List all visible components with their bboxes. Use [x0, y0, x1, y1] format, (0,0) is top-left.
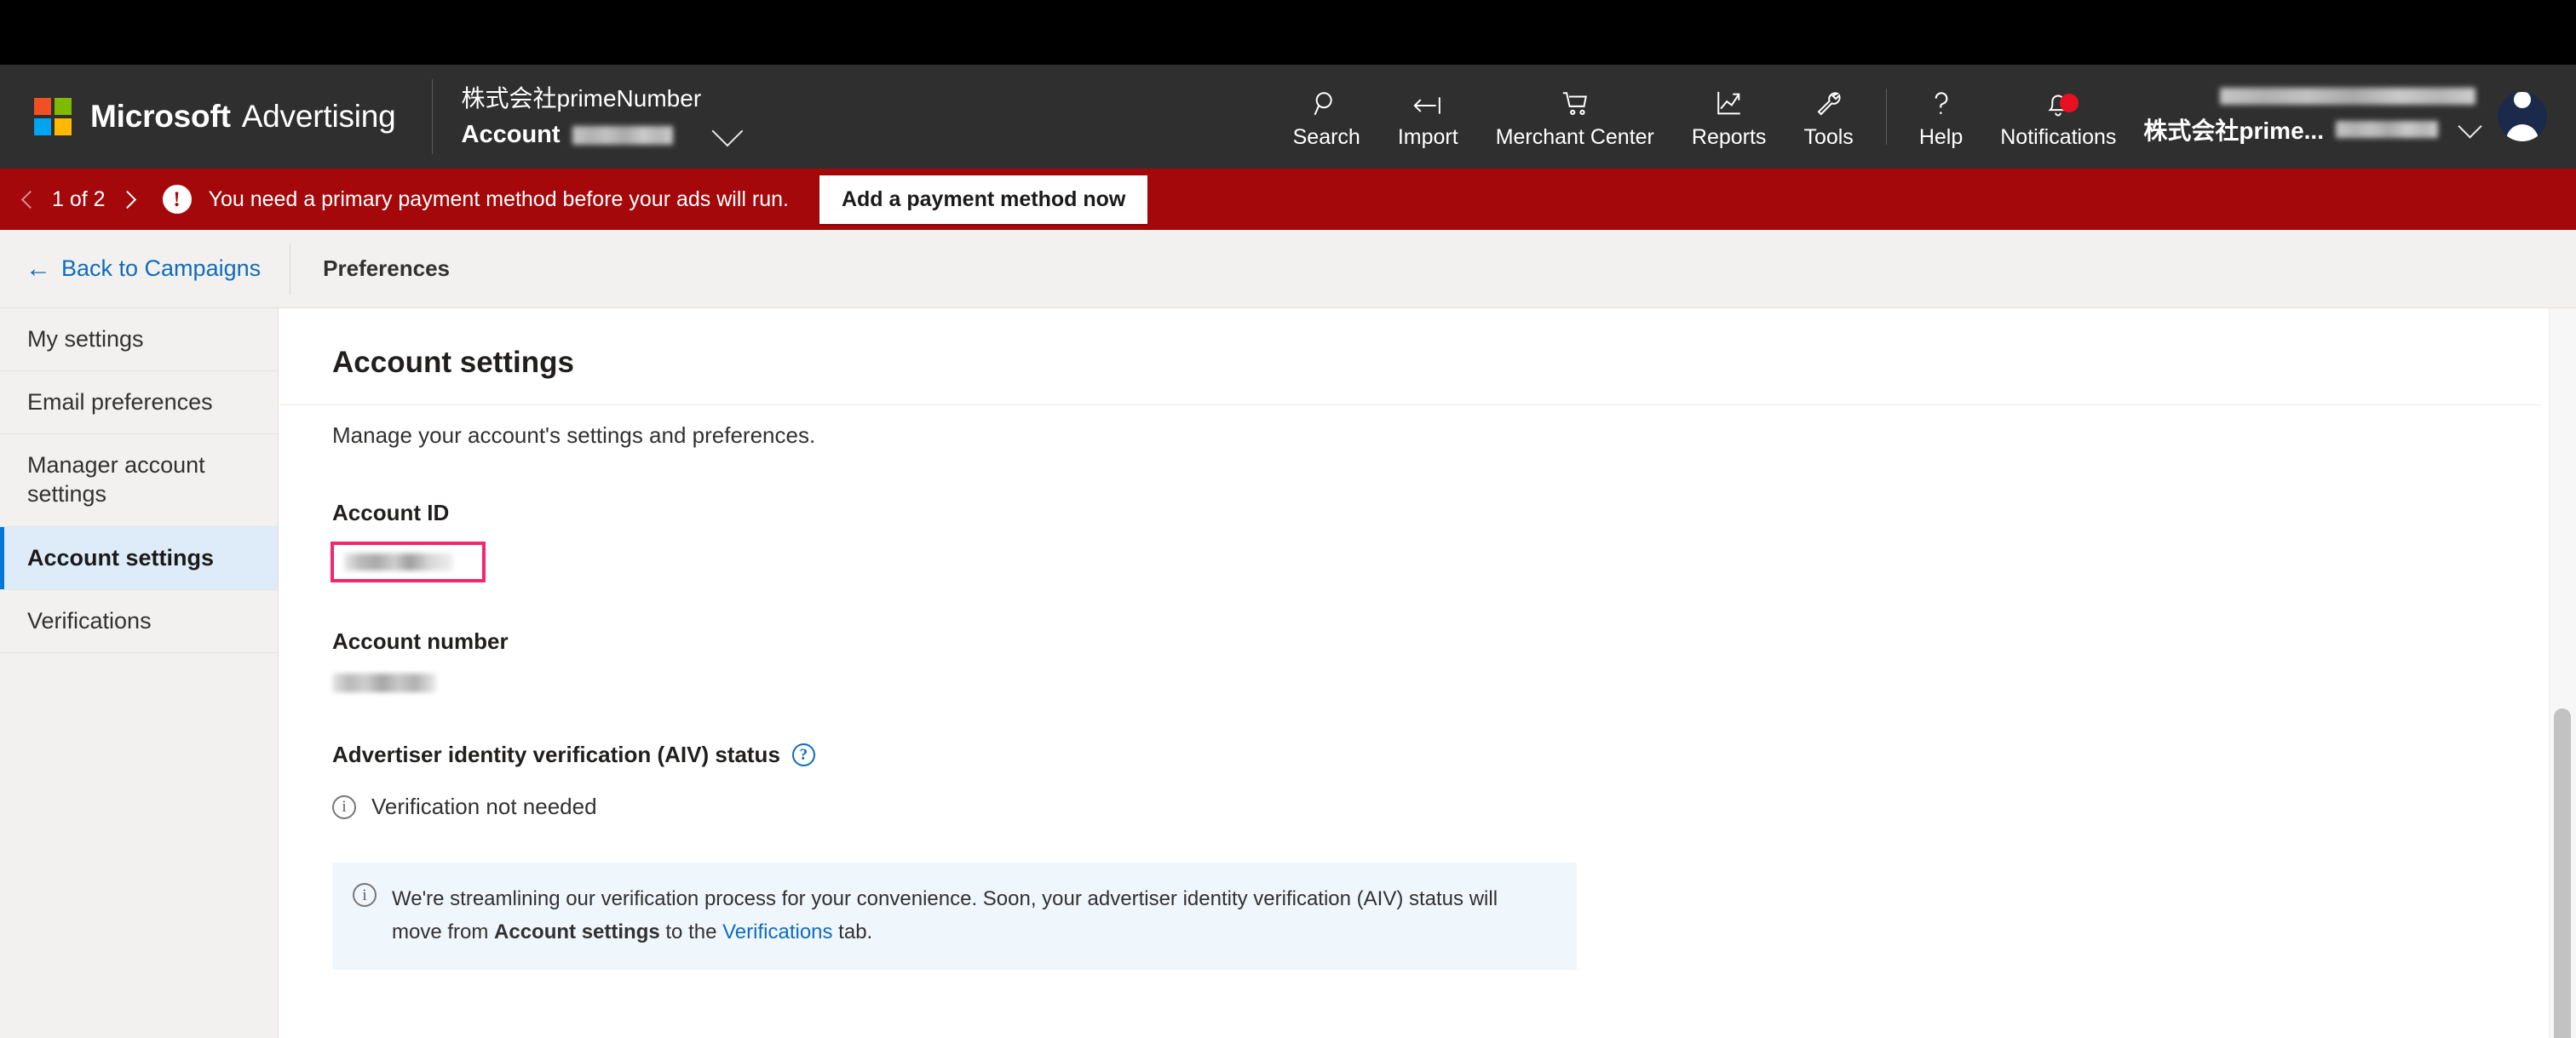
back-to-campaigns-label: Back to Campaigns	[61, 255, 262, 281]
user-name: 株式会社prime...	[2143, 117, 2324, 144]
sidebar-item-manager-account-settings[interactable]: Manager account settings	[0, 434, 278, 527]
sidebar-item-label: Verifications	[27, 607, 152, 634]
nav-reports[interactable]: Reports	[1673, 65, 1785, 169]
info-circle-icon: i	[353, 883, 377, 907]
import-arrow-icon	[1412, 84, 1443, 118]
company-name: 株式会社primeNumber	[461, 84, 702, 112]
arrow-left-icon: ←	[26, 254, 51, 283]
nav-reports-label: Reports	[1691, 124, 1767, 149]
nav-import-label: Import	[1397, 124, 1458, 149]
account-selector[interactable]: 株式会社primeNumber Account	[461, 84, 743, 150]
alert-pager-text: 1 of 2	[52, 186, 106, 211]
nav-merchant-center-label: Merchant Center	[1495, 124, 1654, 149]
window-top-bar	[0, 0, 2576, 65]
brand-product: Advertising	[241, 99, 396, 134]
back-to-campaigns-link[interactable]: ← Back to Campaigns	[26, 255, 261, 282]
global-nav: Search Import Merchant Center Reports To…	[1274, 65, 2576, 169]
user-texts: 株式会社prime...	[2143, 87, 2482, 146]
alert-message: You need a primary payment method before…	[208, 186, 789, 211]
banner-bold-account-settings: Account settings	[494, 920, 660, 943]
nav-notifications-label: Notifications	[2000, 124, 2117, 149]
notification-badge	[2060, 94, 2079, 112]
sidebar-item-label: Account settings	[27, 544, 215, 571]
logo-square-yellow	[55, 118, 72, 135]
person-avatar-icon	[2498, 92, 2547, 141]
aiv-info-banner: i We're streamlining our verification pr…	[332, 863, 1577, 970]
aiv-status-label: Advertiser identity verification (AIV) s…	[332, 742, 780, 767]
brand-microsoft: Microsoft	[90, 99, 231, 134]
chevron-left-icon[interactable]	[20, 190, 40, 209]
title-divider	[279, 404, 2541, 405]
chevron-down-icon[interactable]	[2458, 113, 2482, 139]
global-header: Microsoft Advertising 株式会社primeNumber Acc…	[0, 65, 2576, 169]
aiv-status-label-row: Advertiser identity verification (AIV) s…	[332, 742, 2541, 768]
microsoft-logo-icon	[34, 98, 72, 135]
page-title: Preferences	[323, 255, 451, 281]
user-account-menu[interactable]: 株式会社prime...	[2135, 87, 2576, 146]
scrollbar-thumb[interactable]	[2554, 708, 2571, 1038]
shopping-cart-icon	[1561, 84, 1590, 118]
account-value-redacted	[572, 125, 673, 145]
sub-header: ← Back to Campaigns Preferences	[0, 230, 2576, 308]
user-name-row: 株式会社prime...	[2143, 112, 2482, 146]
exclamation-circle-icon: !	[162, 185, 192, 214]
chevron-right-icon[interactable]	[118, 190, 136, 209]
nav-tools[interactable]: Tools	[1785, 65, 1872, 169]
alert-pager: 1 of 2	[20, 186, 136, 212]
nav-notifications[interactable]: Notifications	[1981, 65, 2135, 169]
nav-merchant-center[interactable]: Merchant Center	[1477, 65, 1673, 169]
question-mark-icon	[1928, 84, 1955, 118]
payment-alert-bar: 1 of 2 ! You need a primary payment meth…	[0, 169, 2576, 230]
banner-text: We're streamlining our verification proc…	[392, 883, 1533, 949]
nav-help-label: Help	[1918, 124, 1964, 149]
sidebar-item-account-settings[interactable]: Account settings	[0, 527, 278, 590]
logo-square-blue	[34, 118, 51, 135]
intro-description: Manage your account's settings and prefe…	[332, 422, 816, 448]
logo-square-green	[55, 98, 72, 115]
verifications-link[interactable]: Verifications	[722, 920, 832, 943]
search-icon	[1312, 84, 1341, 118]
aiv-status-row: i Verification not needed	[332, 794, 2541, 820]
add-payment-method-button[interactable]: Add a payment method now	[819, 175, 1148, 224]
sidebar-item-verifications[interactable]: Verifications	[0, 590, 278, 653]
info-circle-icon: i	[332, 794, 356, 819]
user-id-redacted	[2336, 120, 2438, 138]
aiv-status-text: Verification not needed	[371, 794, 597, 819]
sidebar-item-label: Manager account settings	[27, 452, 205, 507]
settings-sidebar: My settings Email preferences Manager ac…	[0, 308, 279, 1038]
banner-text-part2: to the	[659, 920, 723, 943]
chevron-down-icon[interactable]	[711, 115, 743, 147]
nav-tools-label: Tools	[1803, 124, 1854, 149]
microsoft-advertising-logo[interactable]: Microsoft Advertising	[34, 98, 396, 135]
user-email-redacted	[2220, 87, 2475, 105]
sidebar-item-my-settings[interactable]: My settings	[0, 308, 278, 371]
settings-content: Account settings Manage your account's s…	[279, 308, 2541, 1038]
banner-text-part3: tab.	[832, 920, 873, 943]
avatar[interactable]	[2498, 92, 2547, 141]
account-label: Account	[461, 121, 561, 149]
account-id-label: Account ID	[332, 500, 450, 525]
sidebar-item-label: My settings	[27, 325, 144, 352]
sidebar-item-label: Email preferences	[27, 388, 213, 415]
sidebar-item-email-preferences[interactable]: Email preferences	[0, 371, 278, 434]
question-mark-circle-icon[interactable]: ?	[791, 743, 815, 766]
nav-divider	[1885, 89, 1887, 145]
account-row[interactable]: Account	[461, 115, 743, 149]
nav-help[interactable]: Help	[1900, 65, 1981, 169]
header-divider	[431, 79, 433, 154]
account-number-value-redacted	[332, 674, 436, 692]
account-id-value-redacted	[344, 553, 453, 571]
account-id-highlight-box	[331, 542, 486, 582]
nav-search[interactable]: Search	[1274, 65, 1379, 169]
line-chart-icon	[1715, 84, 1744, 118]
account-number-label: Account number	[332, 628, 509, 654]
wrench-icon	[1814, 84, 1843, 118]
account-settings-heading: Account settings	[332, 346, 574, 379]
brand-wordmark: Microsoft Advertising	[90, 99, 396, 135]
nav-search-label: Search	[1292, 124, 1360, 149]
logo-square-red	[34, 98, 51, 115]
nav-import[interactable]: Import	[1379, 65, 1477, 169]
vertical-scrollbar[interactable]	[2549, 308, 2576, 1038]
